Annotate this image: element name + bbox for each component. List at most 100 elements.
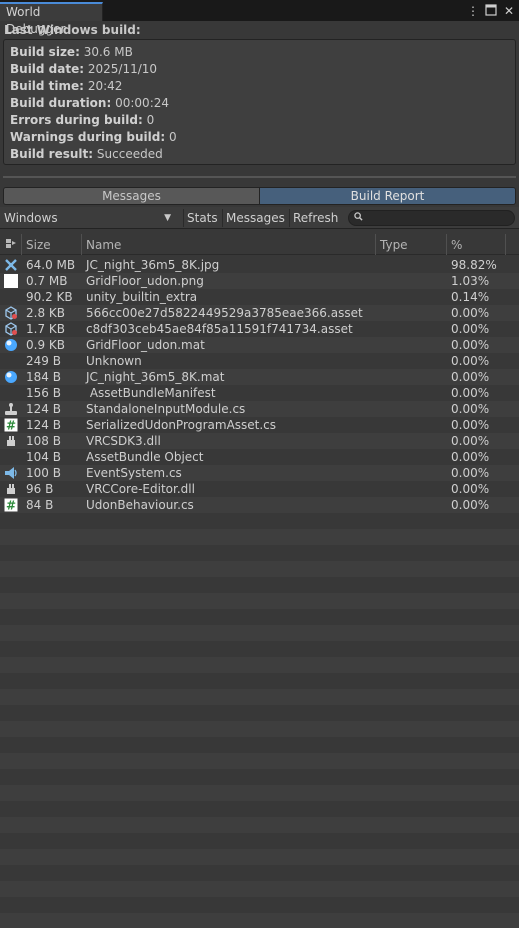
table-row[interactable]: 1.7 KB c8df303ceb45ae84f85a11591f741734.a… [0, 321, 519, 337]
row-size: 108 B [26, 434, 61, 448]
summary-label: Build date: [10, 62, 85, 76]
row-name: GridFloor_udon.mat [86, 338, 205, 352]
table-row[interactable]: 0.9 KB GridFloor_udon.mat 0.00% [0, 337, 519, 353]
empty-row [0, 673, 519, 689]
summary-label: Warnings during build: [10, 130, 166, 144]
event-system-icon [4, 466, 18, 480]
summary-row-build-duration: Build duration: 00:00:24 [10, 95, 515, 112]
empty-row [0, 737, 519, 753]
row-name: StandaloneInputModule.cs [86, 402, 246, 416]
close-icon[interactable]: ✕ [503, 4, 515, 18]
table-row[interactable]: 100 B EventSystem.cs 0.00% [0, 465, 519, 481]
column-spacer [505, 234, 519, 255]
row-name: 566cc00e27d5822449529a3785eae366.asset [86, 306, 363, 320]
row-percent: 0.00% [451, 434, 490, 448]
row-size: 124 B [26, 402, 61, 416]
row-size: 0.9 KB [26, 338, 65, 352]
row-size: 84 B [26, 498, 54, 512]
row-percent: 1.03% [451, 274, 490, 288]
material-icon [4, 338, 18, 352]
row-name: JC_night_36m5_8K.mat [86, 370, 225, 384]
platform-dropdown[interactable]: Windows ▼ [2, 209, 175, 227]
row-percent: 98.82% [451, 258, 497, 272]
row-size: 156 B [26, 386, 61, 400]
row-size: 124 B [26, 418, 61, 432]
search-field[interactable] [348, 210, 515, 226]
dll-plugin-icon [4, 482, 18, 496]
summary-value: Succeeded [96, 147, 163, 161]
column-icon-header[interactable] [2, 234, 22, 255]
search-icon [354, 211, 363, 226]
empty-row [0, 513, 519, 529]
table-row[interactable]: 96 B VRCCore-Editor.dll 0.00% [0, 481, 519, 497]
tab-build-report[interactable]: Build Report [259, 188, 515, 204]
row-name: AssetBundleManifest [86, 386, 216, 400]
row-size: 104 B [26, 450, 61, 464]
dropdown-arrow-icon: ▼ [164, 213, 171, 223]
summary-row-build-date: Build date: 2025/11/10 [10, 61, 515, 78]
row-percent: 0.00% [451, 338, 490, 352]
row-percent: 0.00% [451, 370, 490, 384]
table-row[interactable]: 2.8 KB 566cc00e27d5822449529a3785eae366.a… [0, 305, 519, 321]
summary-value: 0 [168, 130, 177, 144]
table-row[interactable]: 124 B StandaloneInputModule.cs 0.00% [0, 401, 519, 417]
empty-row [0, 609, 519, 625]
table-row[interactable]: 184 B JC_night_36m5_8K.mat 0.00% [0, 369, 519, 385]
table-row[interactable]: 64.0 MB JC_night_36m5_8K.jpg 98.82% [0, 257, 519, 273]
splitter-handle[interactable] [3, 176, 516, 178]
empty-row [0, 577, 519, 593]
table-row[interactable]: #84 B UdonBehaviour.cs 0.00% [0, 497, 519, 513]
no-icon [4, 450, 18, 464]
row-name: Unknown [86, 354, 142, 368]
summary-value: 2025/11/10 [87, 62, 158, 76]
table-row[interactable]: 0.7 MB GridFloor_udon.png 1.03% [0, 273, 519, 289]
dll-plugin-icon [4, 434, 18, 448]
table-row[interactable]: 90.2 KB unity_builtin_extra 0.14% [0, 289, 519, 305]
stats-button[interactable]: Stats [183, 209, 221, 227]
column-type-header[interactable]: Type [375, 234, 446, 255]
platform-value: Windows [4, 211, 58, 225]
summary-row-errors: Errors during build: 0 [10, 112, 515, 129]
empty-row [0, 625, 519, 641]
table-row[interactable]: 156 B AssetBundleManifest 0.00% [0, 385, 519, 401]
row-percent: 0.00% [451, 466, 490, 480]
table-row[interactable]: 108 B VRCSDK3.dll 0.00% [0, 433, 519, 449]
table-row[interactable]: #124 B SerializedUdonProgramAsset.cs 0.00% [0, 417, 519, 433]
row-name: GridFloor_udon.png [86, 274, 204, 288]
row-size: 2.8 KB [26, 306, 65, 320]
row-name: c8df303ceb45ae84f85a11591f741734.asset [86, 322, 353, 336]
build-report-list[interactable]: 64.0 MB JC_night_36m5_8K.jpg 98.82% 0.7 MB G… [0, 257, 519, 928]
row-name: SerializedUdonProgramAsset.cs [86, 418, 277, 432]
column-name-header[interactable]: Name [81, 234, 376, 255]
summary-row-build-result: Build result: Succeeded [10, 146, 515, 163]
row-percent: 0.00% [451, 386, 490, 400]
summary-heading: Last Windows build: [4, 23, 141, 37]
row-name: UdonBehaviour.cs [86, 498, 194, 512]
row-size: 249 B [26, 354, 61, 368]
column-percent-header[interactable]: % [446, 234, 506, 255]
csharp-script-icon: # [4, 418, 18, 433]
empty-row [0, 641, 519, 657]
search-input[interactable] [367, 211, 507, 225]
row-percent: 0.00% [451, 306, 490, 320]
messages-button[interactable]: Messages [222, 209, 288, 227]
table-row[interactable]: 249 B Unknown 0.00% [0, 353, 519, 369]
row-size: 96 B [26, 482, 54, 496]
empty-row [0, 849, 519, 865]
row-name: AssetBundle Object [86, 450, 204, 464]
summary-label: Build time: [10, 79, 84, 93]
more-options-icon[interactable]: ⋮ [467, 4, 479, 18]
column-size-header[interactable]: Size [21, 234, 81, 255]
refresh-button[interactable]: Refresh [289, 209, 341, 227]
row-name: JC_night_36m5_8K.jpg [86, 258, 220, 272]
table-row[interactable]: 104 B AssetBundle Object 0.00% [0, 449, 519, 465]
window-controls: ⋮ ✕ [467, 3, 515, 19]
tab-messages[interactable]: Messages [4, 188, 259, 204]
tab-world-debugger[interactable]: World Debugger [0, 2, 103, 36]
empty-row [0, 545, 519, 561]
asset-cube-icon [4, 322, 18, 336]
empty-row [0, 753, 519, 769]
row-size: 90.2 KB [26, 290, 73, 304]
file-type-icon [6, 239, 16, 248]
maximize-icon[interactable] [485, 4, 497, 18]
